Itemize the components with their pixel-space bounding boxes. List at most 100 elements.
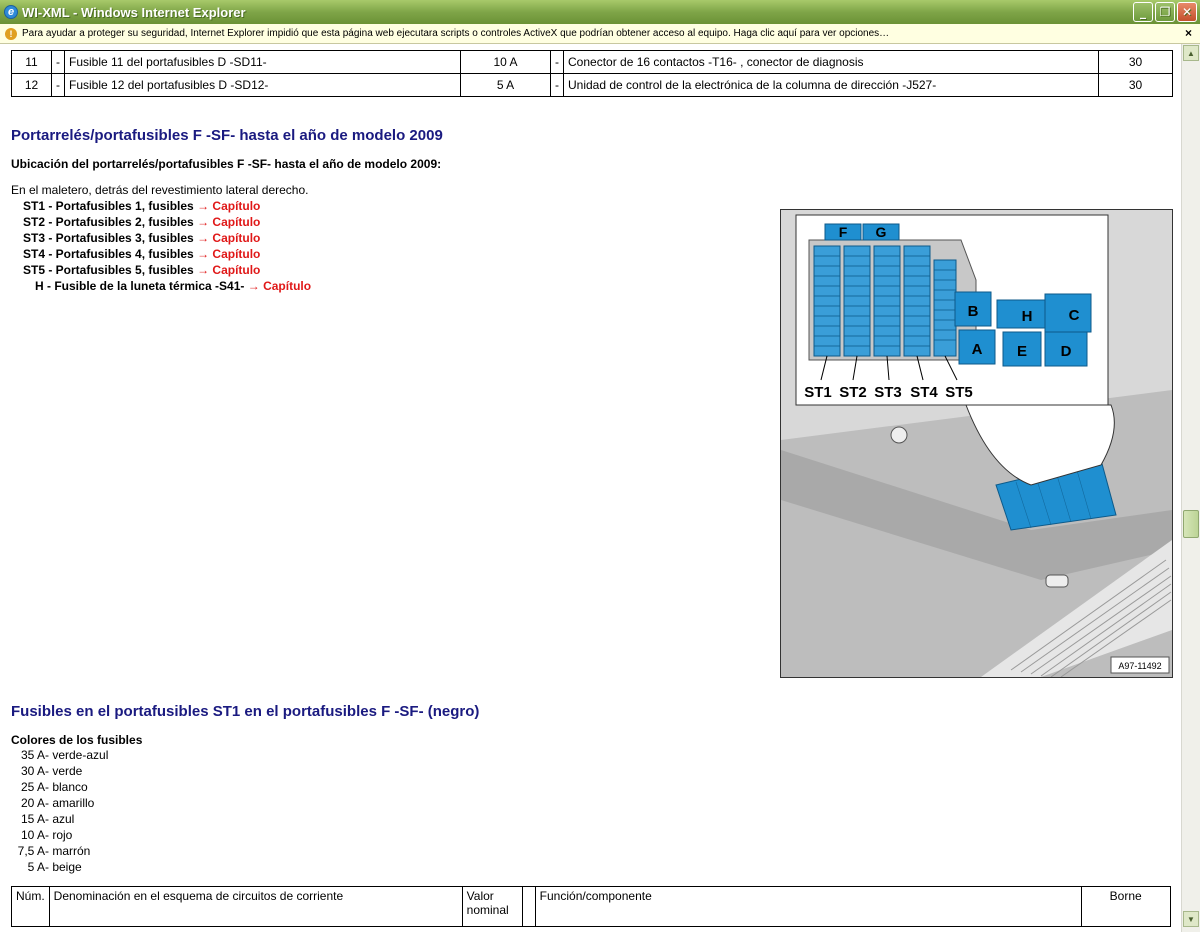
- color-amp: 15 A: [20, 812, 45, 826]
- fuse-holder-st4: [903, 245, 931, 357]
- section-heading: Portarrelés/portafusibles F -SF- hasta e…: [11, 127, 443, 144]
- chapter-link[interactable]: → Capítulo: [197, 199, 260, 213]
- trunk-hook: [1045, 574, 1069, 588]
- colors-title: Colores de los fusibles: [11, 733, 143, 747]
- cell-borne: 30: [1098, 50, 1173, 74]
- cell-dash: -: [51, 73, 65, 97]
- item-text: - Portafusibles 1, fusibles: [45, 199, 198, 213]
- cell-amp: 10 A: [460, 50, 551, 74]
- cell-dash: -: [550, 73, 564, 97]
- col-header-num: Núm.: [11, 886, 50, 927]
- table-header-row: Núm. Denominación en el esquema de circu…: [11, 886, 1171, 927]
- close-button[interactable]: ✕: [1177, 2, 1197, 22]
- color-name: - amarillo: [45, 796, 95, 810]
- color-name: - rojo: [45, 828, 73, 842]
- item-text: - Portafusibles 2, fusibles: [45, 215, 198, 229]
- list-item: 20 A - amarillo: [11, 795, 108, 811]
- fuse-table-header: Núm. Denominación en el esquema de circu…: [11, 886, 1171, 927]
- chapter-link[interactable]: → Capítulo: [248, 279, 311, 293]
- color-name: - azul: [45, 812, 75, 826]
- label-g: G: [876, 224, 887, 240]
- location-text: En el maletero, detrás del revestimiento…: [11, 183, 309, 197]
- list-item: H - Fusible de la luneta térmica -S41- →…: [35, 279, 311, 293]
- fuse-box-illustration: F G B A H E C D ST1 ST2 ST3 ST4 ST5 A97-…: [780, 209, 1173, 678]
- fuse-holder-st3: [873, 245, 901, 357]
- maximize-button[interactable]: ❐: [1155, 2, 1175, 22]
- minimize-button[interactable]: _: [1133, 2, 1153, 22]
- security-infobar[interactable]: ! Para ayudar a proteger su seguridad, I…: [0, 24, 1200, 44]
- label-e: E: [1017, 343, 1027, 360]
- table-row: 11 - Fusible 11 del portafusibles D -SD1…: [11, 50, 1173, 74]
- infobar-close-icon[interactable]: ×: [1185, 26, 1192, 40]
- col-header-function: Función/componente: [534, 886, 1082, 927]
- cell-dash: -: [51, 50, 65, 74]
- item-text: - Portafusibles 4, fusibles: [45, 247, 198, 261]
- fuse-table-top: 11 - Fusible 11 del portafusibles D -SD1…: [11, 50, 1173, 97]
- list-item: 15 A - azul: [11, 811, 108, 827]
- item-code: H: [35, 279, 44, 293]
- cell-num: 11: [11, 50, 52, 74]
- scroll-down-arrow-icon[interactable]: ▼: [1183, 911, 1199, 927]
- fuse-holder-st2: [843, 245, 871, 357]
- label-b: B: [968, 303, 979, 320]
- cell-amp: 5 A: [460, 73, 551, 97]
- list-item: ST4 - Portafusibles 4, fusibles → Capítu…: [23, 247, 260, 261]
- item-text: - Portafusibles 5, fusibles: [45, 263, 198, 277]
- label-st1: ST1: [804, 384, 832, 401]
- label-st4: ST4: [910, 384, 938, 401]
- chapter-link[interactable]: → Capítulo: [197, 231, 260, 245]
- cell-function: Unidad de control de la electrónica de l…: [563, 73, 1099, 97]
- trunk-clip: [890, 426, 908, 444]
- label-st2: ST2: [839, 384, 867, 401]
- table-row: 12 - Fusible 12 del portafusibles D -SD1…: [11, 73, 1173, 97]
- fuse-holder-st1: [813, 245, 841, 357]
- scroll-up-arrow-icon[interactable]: ▲: [1183, 45, 1199, 61]
- color-amp: 20 A: [20, 796, 45, 810]
- list-item: ST1 - Portafusibles 1, fusibles → Capítu…: [23, 199, 260, 213]
- color-amp: 25 A: [20, 780, 45, 794]
- item-code: ST3: [23, 231, 46, 245]
- infobar-message: Para ayudar a proteger su seguridad, Int…: [22, 28, 890, 39]
- chapter-link[interactable]: → Capítulo: [197, 263, 260, 277]
- window-titlebar[interactable]: e WI-XML - Windows Internet Explorer _ ❐…: [0, 0, 1200, 24]
- chapter-link[interactable]: → Capítulo: [197, 215, 260, 229]
- chapter-link[interactable]: → Capítulo: [197, 247, 260, 261]
- color-name: - beige: [45, 860, 82, 874]
- page-content: 11 - Fusible 11 del portafusibles D -SD1…: [0, 44, 1181, 932]
- cell-name: Fusible 11 del portafusibles D -SD11-: [64, 50, 461, 74]
- list-item: 35 A - verde-azul: [11, 747, 108, 763]
- item-code: ST2: [23, 215, 46, 229]
- label-h: H: [1022, 308, 1033, 325]
- label-f: F: [839, 224, 848, 240]
- fuse-holder-st5: [933, 259, 957, 357]
- color-amp: 5 A: [27, 860, 45, 874]
- col-header-name: Denominación en el esquema de circuitos …: [48, 886, 463, 927]
- color-amp: 7,5 A: [17, 844, 45, 858]
- item-code: ST5: [23, 263, 46, 277]
- item-code: ST4: [23, 247, 46, 261]
- color-amp: 35 A: [20, 748, 45, 762]
- list-item: 30 A - verde: [11, 763, 108, 779]
- item-text: - Fusible de la luneta térmica -S41-: [43, 279, 248, 293]
- vertical-scrollbar[interactable]: ▲ ▼: [1181, 44, 1200, 932]
- list-item: 5 A - beige: [11, 859, 108, 875]
- shield-warning-icon: !: [5, 27, 17, 40]
- fuse-box-svg: F G B A H E C D ST1 ST2 ST3 ST4 ST5 A97-…: [781, 210, 1172, 677]
- col-header-valor: Valor nominal: [461, 886, 523, 927]
- label-st5: ST5: [945, 384, 973, 401]
- col-header-borne: Borne: [1080, 886, 1171, 927]
- scroll-thumb[interactable]: [1183, 510, 1199, 538]
- reference-code: A97-11492: [1118, 661, 1161, 671]
- item-text: - Portafusibles 3, fusibles: [45, 231, 198, 245]
- list-item: 7,5 A - marrón: [11, 843, 108, 859]
- list-item: ST3 - Portafusibles 3, fusibles → Capítu…: [23, 231, 260, 245]
- window-title: WI-XML - Windows Internet Explorer: [22, 4, 246, 20]
- cell-borne: 30: [1098, 73, 1173, 97]
- list-item: 10 A - rojo: [11, 827, 108, 843]
- cell-num: 12: [11, 73, 52, 97]
- color-name: - blanco: [45, 780, 88, 794]
- fuse-color-list: 35 A - verde-azul 30 A - verde 25 A - bl…: [11, 747, 109, 875]
- color-name: - verde-azul: [45, 748, 109, 762]
- list-item: 25 A - blanco: [11, 779, 108, 795]
- color-name: - verde: [45, 764, 83, 778]
